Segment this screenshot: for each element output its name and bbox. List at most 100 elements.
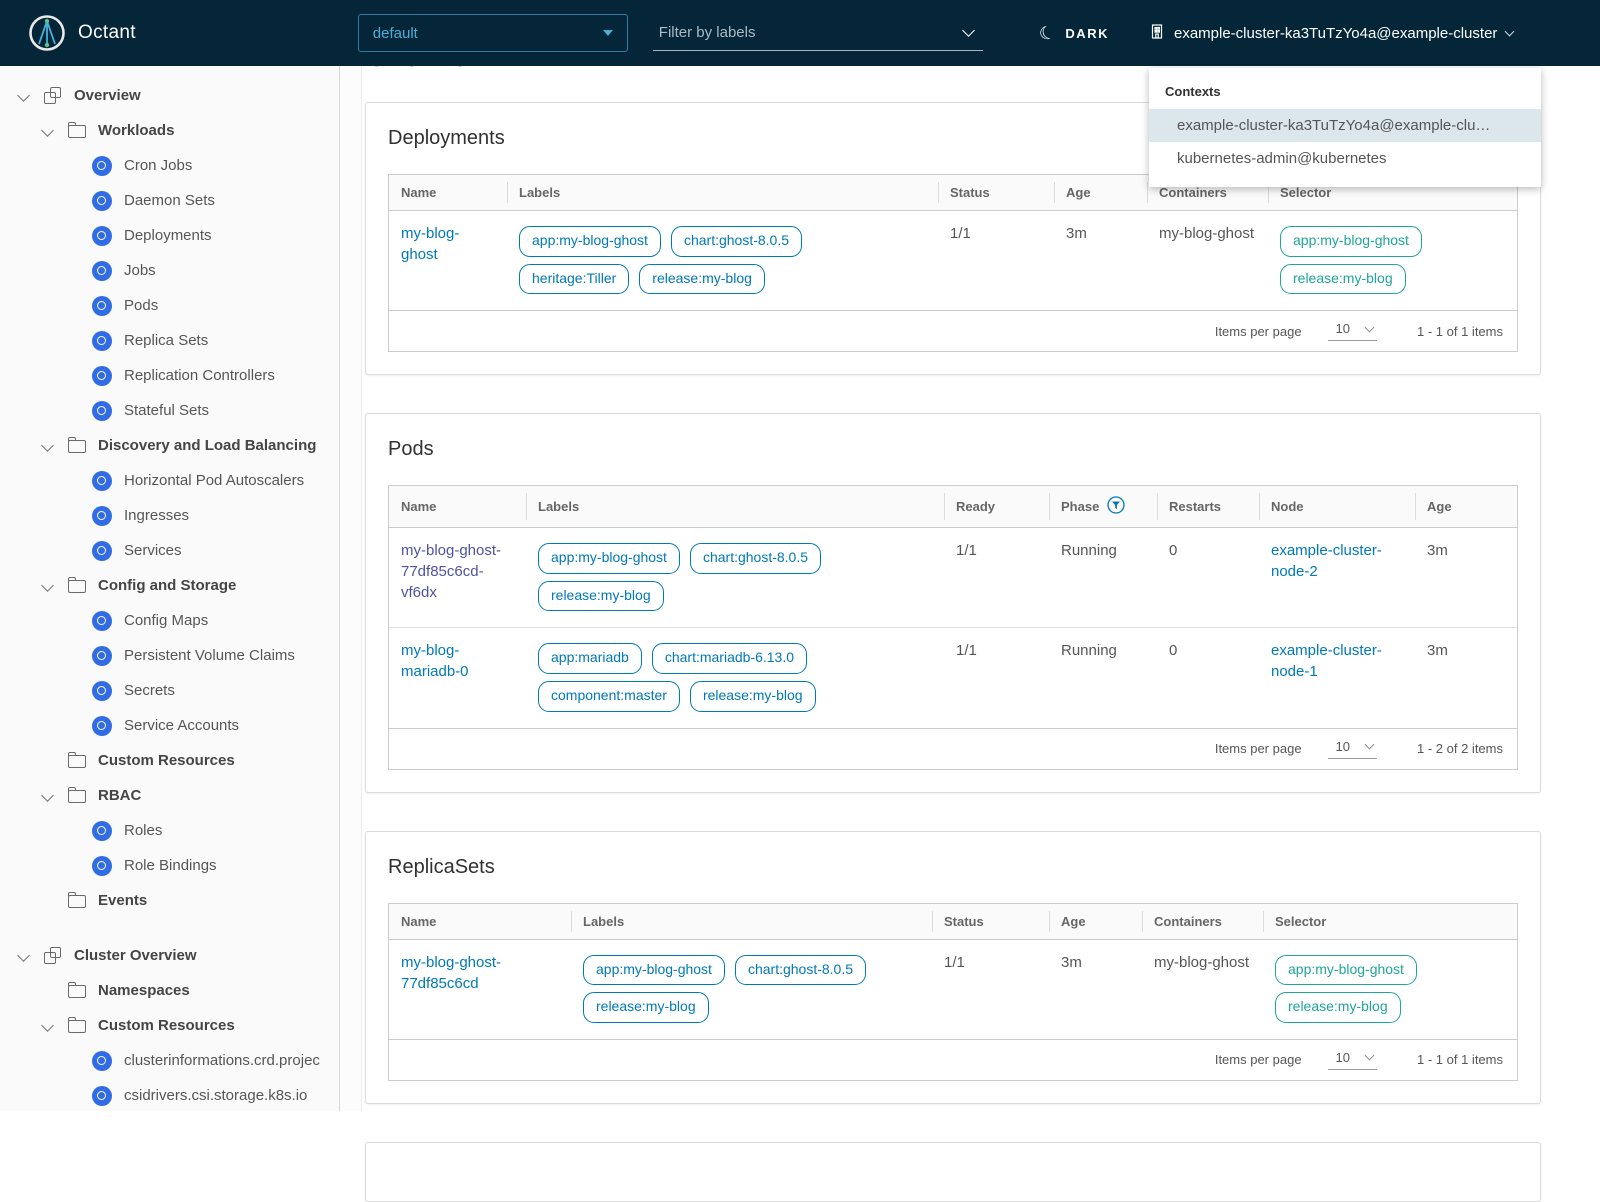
cell-name: my-blog-ghost-77df85c6cd-vf6dx: [389, 528, 526, 628]
column-header-labels[interactable]: Labels: [571, 904, 932, 940]
sidebar-item-ingresses[interactable]: Ingresses: [0, 498, 339, 533]
namespace-select[interactable]: default: [358, 14, 628, 52]
page-size-select[interactable]: 10: [1328, 1050, 1377, 1070]
column-header-age[interactable]: Age: [1054, 175, 1147, 211]
label-filter-input[interactable]: [657, 23, 958, 42]
sidebar-item-persistent-volume-claims[interactable]: Persistent Volume Claims: [0, 638, 339, 673]
sidebar-item-overview[interactable]: Overview: [0, 78, 339, 113]
node-link[interactable]: example-cluster-node-1: [1271, 642, 1382, 680]
context-menu-item[interactable]: example-cluster-ka3TuTzYo4a@example-clu…: [1149, 109, 1541, 142]
column-header-containers[interactable]: Containers: [1142, 904, 1263, 940]
sidebar-item-discovery-and-load-balancing[interactable]: Discovery and Load Balancing: [0, 428, 339, 463]
node-link[interactable]: example-cluster-node-2: [1271, 542, 1382, 580]
column-header-name[interactable]: Name: [389, 486, 526, 528]
sidebar-item-config-maps[interactable]: Config Maps: [0, 603, 339, 638]
column-header-labels[interactable]: Labels: [507, 175, 938, 211]
chevron-down-icon[interactable]: [40, 123, 56, 139]
sidebar-item-cluster-overview[interactable]: Cluster Overview: [0, 938, 339, 973]
sidebar-item-label: Config Maps: [124, 612, 208, 629]
sidebar-item-replica-sets[interactable]: Replica Sets: [0, 323, 339, 358]
context-selector-button[interactable]: example-cluster-ka3TuTzYo4a@example-clus…: [1149, 23, 1513, 44]
chevron-down-icon[interactable]: [16, 948, 32, 964]
sidebar-item-custom-resources[interactable]: Custom Resources: [0, 743, 339, 778]
sidebar-item-pods[interactable]: Pods: [0, 288, 339, 323]
daemonsets-icon: [92, 191, 112, 211]
name-link[interactable]: my-blog-ghost: [401, 225, 459, 263]
sidebar-item-workloads[interactable]: Workloads: [0, 113, 339, 148]
pagination-range: 1 - 2 of 2 items: [1417, 741, 1503, 756]
column-header-label: Selector: [1280, 185, 1331, 200]
table-header-row: NameLabelsReadyPhaseRestartsNodeAge: [389, 486, 1517, 528]
chevron-down-icon[interactable]: [16, 88, 32, 104]
sidebar-item-custom-resources[interactable]: Custom Resources: [0, 1008, 339, 1043]
sidebar-item-rbac[interactable]: RBAC: [0, 778, 339, 813]
name-link[interactable]: my-blog-ghost-77df85c6cd-vf6dx: [401, 542, 501, 601]
sidebar-item-replication-controllers[interactable]: Replication Controllers: [0, 358, 339, 393]
context-menu-item[interactable]: kubernetes-admin@kubernetes: [1149, 142, 1541, 175]
cell-containers: my-blog-ghost: [1147, 211, 1268, 311]
column-header-status[interactable]: Status: [932, 904, 1049, 940]
sidebar-item-cron-jobs[interactable]: Cron Jobs: [0, 148, 339, 183]
column-header-node[interactable]: Node: [1259, 486, 1415, 528]
sidebar-item-label: Stateful Sets: [124, 402, 209, 419]
pods-icon: [92, 296, 112, 316]
sidebar-item-role-bindings[interactable]: Role Bindings: [0, 848, 339, 883]
cell-text: 3m: [1061, 954, 1082, 971]
chevron-down-icon[interactable]: [40, 578, 56, 594]
page-size-select[interactable]: 10: [1328, 321, 1377, 341]
column-header-status[interactable]: Status: [938, 175, 1054, 211]
sidebar-item-label: Events: [98, 892, 147, 909]
column-header-age[interactable]: Age: [1049, 904, 1142, 940]
sidebar-item-namespaces[interactable]: Namespaces: [0, 973, 339, 1008]
cell-status: 1/1: [932, 939, 1049, 1039]
sidebar-item-secrets[interactable]: Secrets: [0, 673, 339, 708]
chevron-down-icon[interactable]: [40, 1018, 56, 1034]
column-header-restarts[interactable]: Restarts: [1157, 486, 1259, 528]
cell-text: my-blog-ghost: [1159, 225, 1254, 242]
next-card-partial: [365, 1142, 1541, 1202]
chevron-down-icon[interactable]: [40, 788, 56, 804]
cell-labels: app:mariadbchart:mariadb-6.13.0component…: [526, 628, 944, 728]
column-header-phase[interactable]: Phase: [1049, 486, 1157, 528]
cell-text: Running: [1061, 642, 1117, 659]
filter-icon[interactable]: [1107, 496, 1125, 517]
jobs-icon: [92, 261, 112, 281]
column-header-selector[interactable]: Selector: [1263, 904, 1517, 940]
sidebar-item-label: Ingresses: [124, 507, 189, 524]
sidebar-item-config-and-storage[interactable]: Config and Storage: [0, 568, 339, 603]
theme-toggle-button[interactable]: ☾ DARK: [1039, 24, 1109, 42]
selector-badge: release:my-blog: [1275, 992, 1401, 1023]
crd-icon: [92, 1086, 112, 1106]
chevron-down-icon[interactable]: [40, 438, 56, 454]
column-header-name[interactable]: Name: [389, 175, 507, 211]
column-header-age[interactable]: Age: [1415, 486, 1517, 528]
table-row: my-blog-ghostapp:my-blog-ghostchart:ghos…: [389, 211, 1517, 311]
sidebar-item-roles[interactable]: Roles: [0, 813, 339, 848]
sidebar-item-label: clusterinformations.crd.projec: [124, 1052, 320, 1069]
sidebar-item-label: Cron Jobs: [124, 157, 192, 174]
column-header-name[interactable]: Name: [389, 904, 571, 940]
chevron-down-icon: [1365, 740, 1375, 750]
sidebar-item-events[interactable]: Events: [0, 883, 339, 918]
cell-age: 3m: [1415, 528, 1517, 628]
name-link[interactable]: my-blog-mariadb-0: [401, 642, 469, 680]
column-header-label: Containers: [1154, 914, 1222, 929]
column-header-label: Labels: [519, 185, 560, 200]
sidebar-item-deployments[interactable]: Deployments: [0, 218, 339, 253]
sidebar-item-service-accounts[interactable]: Service Accounts: [0, 708, 339, 743]
column-header-ready[interactable]: Ready: [944, 486, 1049, 528]
sidebar-item-jobs[interactable]: Jobs: [0, 253, 339, 288]
table-row: my-blog-ghost-77df85c6cdapp:my-blog-ghos…: [389, 939, 1517, 1039]
chevron-down-icon[interactable]: [962, 24, 975, 37]
column-header-labels[interactable]: Labels: [526, 486, 944, 528]
cell-labels: app:my-blog-ghostchart:ghost-8.0.5releas…: [526, 528, 944, 628]
page-size-select[interactable]: 10: [1328, 739, 1377, 759]
name-link[interactable]: my-blog-ghost-77df85c6cd: [401, 954, 501, 992]
sidebar-item-services[interactable]: Services: [0, 533, 339, 568]
sidebar-item-horizontal-pod-autoscalers[interactable]: Horizontal Pod Autoscalers: [0, 463, 339, 498]
sidebar-item-stateful-sets[interactable]: Stateful Sets: [0, 393, 339, 428]
sidebar-item-csidrivers-csi-storage-k8s-io[interactable]: csidrivers.csi.storage.k8s.io: [0, 1078, 339, 1111]
sidebar-item-daemon-sets[interactable]: Daemon Sets: [0, 183, 339, 218]
sidebar-item-clusterinformations-crd-projec[interactable]: clusterinformations.crd.projec: [0, 1043, 339, 1078]
caret-down-icon: [603, 30, 613, 36]
